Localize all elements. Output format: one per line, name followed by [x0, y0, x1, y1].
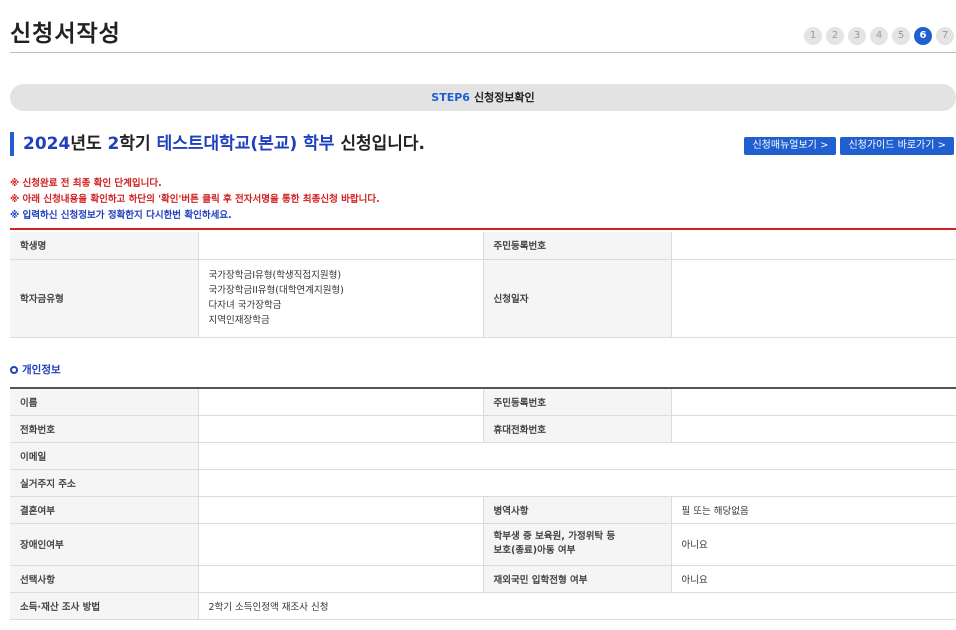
page-title: 신청서작성 — [10, 21, 121, 47]
table-row: 실거주지 주소 — [10, 469, 956, 497]
guide-link-button[interactable]: 신청가이드 바로가기 > — [840, 137, 954, 155]
name-value — [197, 388, 484, 416]
step-1: 1 — [804, 27, 822, 45]
military-value: 필 또는 해당없음 — [670, 496, 956, 524]
title-divider — [10, 52, 956, 53]
table-row: 학생명 주민등록번호 — [10, 232, 956, 260]
heading-semester: 2 — [107, 134, 120, 154]
table-row: 소득·재산 조사 방법 2학기 소득인정액 재조사 신청 — [10, 592, 956, 620]
rrn-label: 주민등록번호 — [483, 232, 671, 260]
heading-school: 테스트대학교(본교) 학부 — [156, 134, 335, 154]
heading-year-suffix: 년도 — [70, 134, 108, 154]
email-label: 이메일 — [10, 442, 198, 470]
marriage-value — [197, 496, 484, 524]
red-divider — [10, 228, 956, 230]
phone-value — [197, 415, 484, 443]
scholarship-type-item: 다자녀 국가장학금 — [208, 300, 282, 311]
income-method-label: 소득·재산 조사 방법 — [10, 592, 198, 620]
manual-button[interactable]: 신청매뉴얼보기 > — [744, 137, 837, 155]
application-heading: 2024년도 2학기 테스트대학교(본교) 학부 신청입니다. — [10, 132, 425, 156]
childcare-label: 학부생 중 보육원, 가정위탁 등 보호(종료)아동 여부 — [483, 523, 671, 566]
table-row: 학자금유형 국가장학금I유형(학생직접지원형) 국가장학금II유형(대학연계지원… — [10, 259, 956, 338]
scholarship-type-item: 국가장학금II유형(대학연계지원형) — [208, 285, 344, 296]
scholarship-type-label: 학자금유형 — [10, 259, 198, 338]
table-row: 이름 주민등록번호 — [10, 388, 956, 416]
table-row: 전화번호 휴대전화번호 — [10, 415, 956, 443]
step-5: 5 — [892, 27, 910, 45]
personal-info-table: 이름 주민등록번호 전화번호 휴대전화번호 이메일 실거주지 주소 결혼여부 병… — [10, 387, 956, 620]
name-label: 이름 — [10, 388, 198, 416]
application-date-value — [670, 259, 956, 338]
childcare-label-line: 보호(종료)아동 여부 — [493, 545, 576, 556]
rrn-value — [670, 232, 956, 260]
personal-rrn-value — [670, 388, 956, 416]
circle-bullet-icon — [10, 365, 18, 374]
step-banner-label: 신청정보확인 — [473, 91, 535, 104]
step-indicator: 1 2 3 4 5 6 7 — [804, 27, 954, 45]
application-date-label: 신청일자 — [483, 259, 671, 338]
step-banner: STEP6 신청정보확인 — [10, 84, 956, 111]
student-name-label: 학생명 — [10, 232, 198, 260]
optional-value — [197, 565, 484, 593]
personal-rrn-label: 주민등록번호 — [483, 388, 671, 416]
step-4: 4 — [870, 27, 888, 45]
personal-info-section-title: 개인정보 — [10, 362, 61, 377]
mobile-value — [670, 415, 956, 443]
table-row: 결혼여부 병역사항 필 또는 해당없음 — [10, 496, 956, 524]
notice-confirm: ※ 아래 신청내용을 확인하고 하단의 '확인'버튼 클릭 후 전자서명을 통한… — [10, 194, 380, 205]
optional-label: 선택사항 — [10, 565, 198, 593]
personal-info-title-text: 개인정보 — [22, 364, 61, 376]
student-name-value — [197, 232, 484, 260]
step-3: 3 — [848, 27, 866, 45]
heading-semester-suffix: 학기 — [119, 134, 157, 154]
notice-check-info: ※ 입력하신 신청정보가 정확한지 다시한번 확인하세요. — [10, 210, 232, 221]
table-row: 이메일 — [10, 442, 956, 470]
phone-label: 전화번호 — [10, 415, 198, 443]
address-label: 실거주지 주소 — [10, 469, 198, 497]
application-summary-table: 학생명 주민등록번호 학자금유형 국가장학금I유형(학생직접지원형) 국가장학금… — [10, 232, 956, 338]
disability-value — [197, 523, 484, 566]
scholarship-type-item: 지역인재장학금 — [208, 315, 270, 326]
scholarship-type-list: 국가장학금I유형(학생직접지원형) 국가장학금II유형(대학연계지원형) 다자녀… — [197, 259, 484, 338]
foreign-admission-label: 재외국민 입학전형 여부 — [483, 565, 671, 593]
heading-tail: 신청입니다. — [334, 134, 426, 154]
step-banner-number: STEP6 — [431, 91, 470, 104]
childcare-value: 아니요 — [670, 523, 956, 566]
step-2: 2 — [826, 27, 844, 45]
heading-year: 2024 — [23, 134, 71, 154]
scholarship-type-item: 국가장학금I유형(학생직접지원형) — [208, 270, 342, 281]
military-label: 병역사항 — [483, 496, 671, 524]
address-value — [197, 469, 956, 497]
disability-label: 장애인여부 — [10, 523, 198, 566]
mobile-label: 휴대전화번호 — [483, 415, 671, 443]
foreign-admission-value: 아니요 — [670, 565, 956, 593]
notice-final-step: ※ 신청완료 전 최종 확인 단계입니다. — [10, 178, 162, 189]
email-value — [197, 442, 956, 470]
childcare-label-line: 학부생 중 보육원, 가정위탁 등 — [493, 531, 616, 542]
guide-buttons: 신청매뉴얼보기 > 신청가이드 바로가기 > — [744, 137, 954, 155]
marriage-label: 결혼여부 — [10, 496, 198, 524]
table-row: 장애인여부 학부생 중 보육원, 가정위탁 등 보호(종료)아동 여부 아니요 — [10, 523, 956, 566]
income-method-value: 2학기 소득인정액 재조사 신청 — [197, 592, 956, 620]
step-7: 7 — [936, 27, 954, 45]
step-6-current: 6 — [914, 27, 932, 45]
table-row: 선택사항 재외국민 입학전형 여부 아니요 — [10, 565, 956, 593]
notice-list: ※ 신청완료 전 최종 확인 단계입니다. ※ 아래 신청내용을 확인하고 하단… — [10, 176, 380, 224]
